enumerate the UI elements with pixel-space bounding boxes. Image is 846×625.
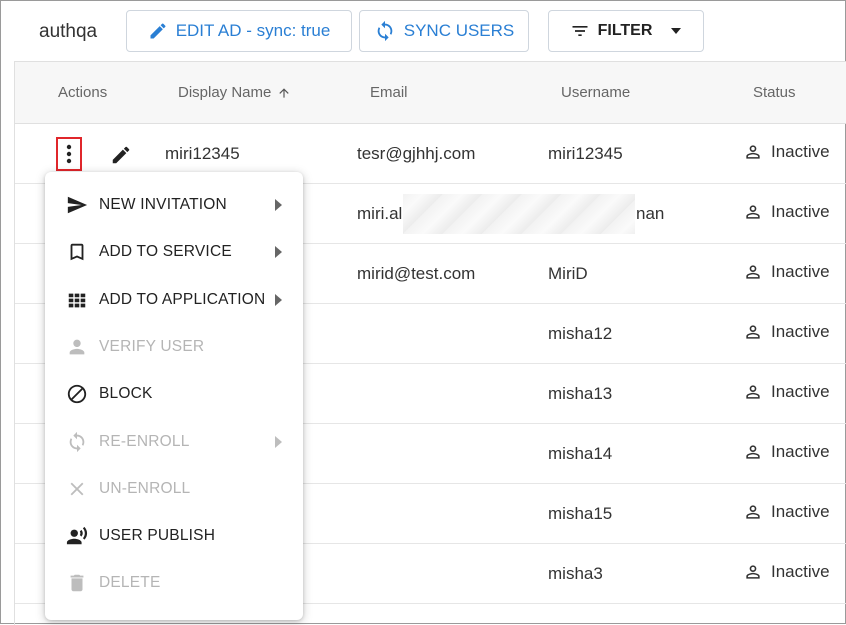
cell-email: mirid@test.com [357, 264, 476, 283]
column-header-username[interactable]: Username [561, 84, 630, 101]
cell-username: miri12345 [548, 144, 623, 163]
edit-ad-label: EDIT AD - sync: true [175, 21, 331, 40]
menu-item-verify-user: VERIFY USER [45, 324, 303, 370]
submenu-arrow-icon [275, 435, 282, 448]
filter-button[interactable]: FILTER [548, 10, 704, 52]
pencil-icon [150, 23, 166, 39]
sync-users-label: SYNC USERS [403, 21, 515, 40]
redacted-area [403, 194, 635, 234]
block-icon [65, 382, 89, 406]
edit-ad-button[interactable]: EDIT AD - sync: true [126, 10, 352, 52]
menu-item-label: ADD TO APPLICATION [99, 290, 266, 308]
cell-email: tesr@gjhhj.com [357, 144, 476, 163]
sync-icon [377, 20, 393, 42]
column-header-display-name[interactable]: Display Name [178, 84, 291, 101]
person-icon [65, 335, 89, 359]
status-text: Inactive [771, 442, 830, 461]
menu-item-label: USER PUBLISH [99, 527, 216, 545]
cell-username: misha13 [548, 384, 613, 403]
status-text: Inactive [771, 322, 830, 341]
cell-username: nan [636, 204, 665, 223]
cell-username: misha3 [548, 564, 603, 583]
menu-item-label: RE-ENROLL [99, 432, 190, 450]
status-text: Inactive [771, 382, 830, 401]
status-text: Inactive [771, 142, 830, 161]
cell-status: Inactive [743, 322, 830, 342]
cell-status: Inactive [743, 382, 830, 402]
menu-item-label: UN-ENROLL [99, 479, 191, 497]
filter-list-icon [572, 26, 588, 36]
column-header-label: Display Name [178, 84, 272, 101]
menu-item-new-invitation[interactable]: NEW INVITATION [45, 182, 303, 228]
send-icon [65, 193, 89, 217]
cell-email: miri.al [357, 204, 403, 223]
cell-username: misha14 [548, 444, 613, 463]
menu-item-delete: DELETE [45, 560, 303, 606]
person-outline-icon [746, 565, 760, 579]
bookmark-icon [65, 240, 89, 264]
pencil-icon [112, 146, 130, 164]
status-text: Inactive [771, 262, 830, 281]
person-outline-icon [746, 325, 760, 339]
submenu-arrow-icon [275, 293, 282, 306]
cell-status: Inactive [743, 502, 830, 522]
menu-item-label: NEW INVITATION [99, 196, 227, 213]
person-outline-icon [746, 505, 760, 519]
cell-status: Inactive [743, 142, 830, 162]
caret-down-icon [671, 28, 682, 34]
edit-user-button[interactable] [110, 144, 132, 171]
submenu-arrow-icon [275, 199, 282, 211]
cell-status: Inactive [743, 262, 830, 282]
column-header-actions: Actions [58, 84, 108, 101]
menu-item-label: ADD TO SERVICE [99, 243, 232, 261]
menu-item-label: DELETE [99, 574, 161, 592]
menu-item-label: VERIFY USER [99, 337, 205, 355]
cell-username: MiriD [548, 264, 588, 283]
submenu-arrow-icon [275, 246, 282, 259]
person-outline-icon [746, 145, 760, 159]
cell-username: misha15 [548, 504, 613, 523]
column-header-email[interactable]: Email [370, 84, 408, 101]
menu-item-user-publish[interactable]: USER PUBLISH [45, 513, 303, 559]
row-actions-menu: NEW INVITATION ADD TO SERVICE ADD TO APPLI… [45, 172, 303, 620]
record-voice-icon [65, 524, 89, 548]
menu-item-add-to-application[interactable]: ADD TO APPLICATION [45, 277, 303, 323]
sync-users-button[interactable]: SYNC USERS [359, 10, 529, 52]
cell-status: Inactive [743, 202, 830, 222]
menu-item-label: BLOCK [99, 385, 153, 403]
sort-arrow-up-icon [279, 87, 290, 98]
person-outline-icon [746, 385, 760, 399]
column-header-status[interactable]: Status [753, 84, 796, 101]
apps-grid-icon [65, 288, 89, 312]
trash-icon [65, 571, 89, 595]
person-outline-icon [746, 205, 760, 219]
sync-icon [65, 430, 89, 454]
person-outline-icon [746, 265, 760, 279]
top-toolbar: authqa EDIT AD - sync: true SYNC USERS F… [1, 1, 846, 61]
menu-item-block[interactable]: BLOCK [45, 371, 303, 417]
row-actions-menu-button[interactable] [56, 137, 82, 171]
menu-item-add-to-service[interactable]: ADD TO SERVICE [45, 229, 303, 275]
cell-display-name: miri12345 [165, 144, 240, 163]
table-header: Actions Display Name Email Username Stat… [15, 62, 846, 124]
more-vert-icon [66, 144, 72, 164]
menu-item-re-enroll: RE-ENROLL [45, 419, 303, 465]
status-text: Inactive [771, 502, 830, 521]
menu-item-un-enroll: UN-ENROLL [45, 466, 303, 512]
status-text: Inactive [771, 562, 830, 581]
cell-username: misha12 [548, 324, 613, 343]
filter-label: FILTER [597, 22, 653, 39]
cell-status: Inactive [743, 442, 830, 462]
close-icon [65, 477, 89, 501]
status-text: Inactive [771, 202, 830, 221]
tenant-name: authqa [39, 21, 98, 42]
cell-status: Inactive [743, 562, 830, 582]
person-outline-icon [746, 445, 760, 459]
